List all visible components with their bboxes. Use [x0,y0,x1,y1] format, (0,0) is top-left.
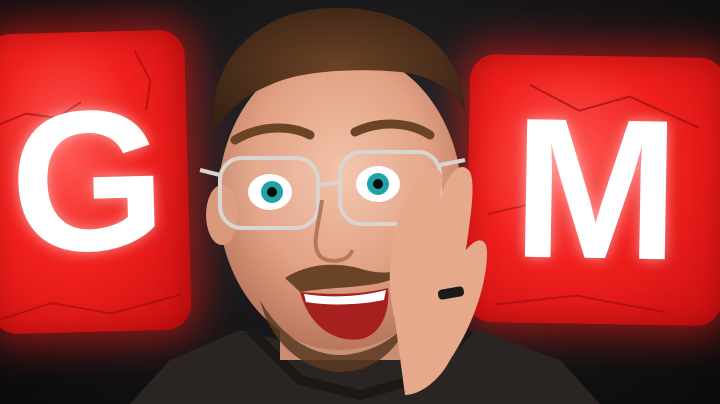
left-eye [248,174,292,210]
right-eye [356,166,400,202]
surprised-man [130,7,600,404]
thumbnail-scene: G M [0,0,720,404]
